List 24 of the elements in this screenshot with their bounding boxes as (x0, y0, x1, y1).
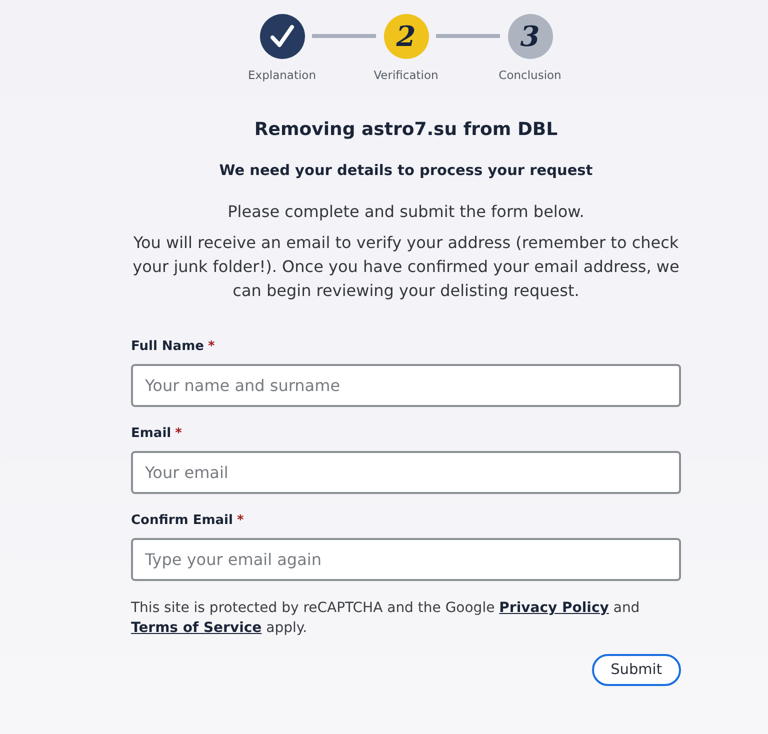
text-input-field[interactable]: Your name and surname (131, 364, 681, 407)
page-title: Removing astro7.su from DBL (253, 118, 559, 142)
required-mark: * (175, 425, 182, 443)
field-label: Full Name (131, 338, 204, 356)
required-mark: * (236, 512, 244, 530)
field-label: Confirm Email (131, 512, 233, 530)
step-number: 3 (508, 14, 552, 59)
text-input-field[interactable]: Your email (131, 451, 681, 494)
step-connector (436, 34, 500, 38)
notice-link[interactable]: Terms of Service (131, 620, 262, 636)
notice-link[interactable]: Privacy Policy (499, 600, 609, 616)
required-mark: * (208, 338, 215, 356)
text-input-field[interactable]: Type your email again (131, 538, 681, 581)
recaptcha-notice: This site is protected by reCAPTCHA and the Google Privacy Policy and Terms of Service apply. (131, 599, 641, 638)
page-subtitle: We need your details to process your request (218, 162, 594, 181)
step-label: Conclusion (498, 67, 562, 83)
step-connector (312, 34, 376, 38)
field-label: Email (131, 425, 172, 443)
intro-text: You will receive an email to verify your address (remember to check your junk folder!). Once you have confirmed your email address, we can begin reviewing your delisting request. (132, 232, 680, 302)
submit-button[interactable]: Submit (592, 654, 681, 686)
step-number: 2 (384, 14, 428, 59)
step-label: Explanation (248, 67, 316, 83)
step-label: Verification (374, 67, 438, 83)
intro-text: Please complete and submit the form below. (226, 201, 586, 223)
